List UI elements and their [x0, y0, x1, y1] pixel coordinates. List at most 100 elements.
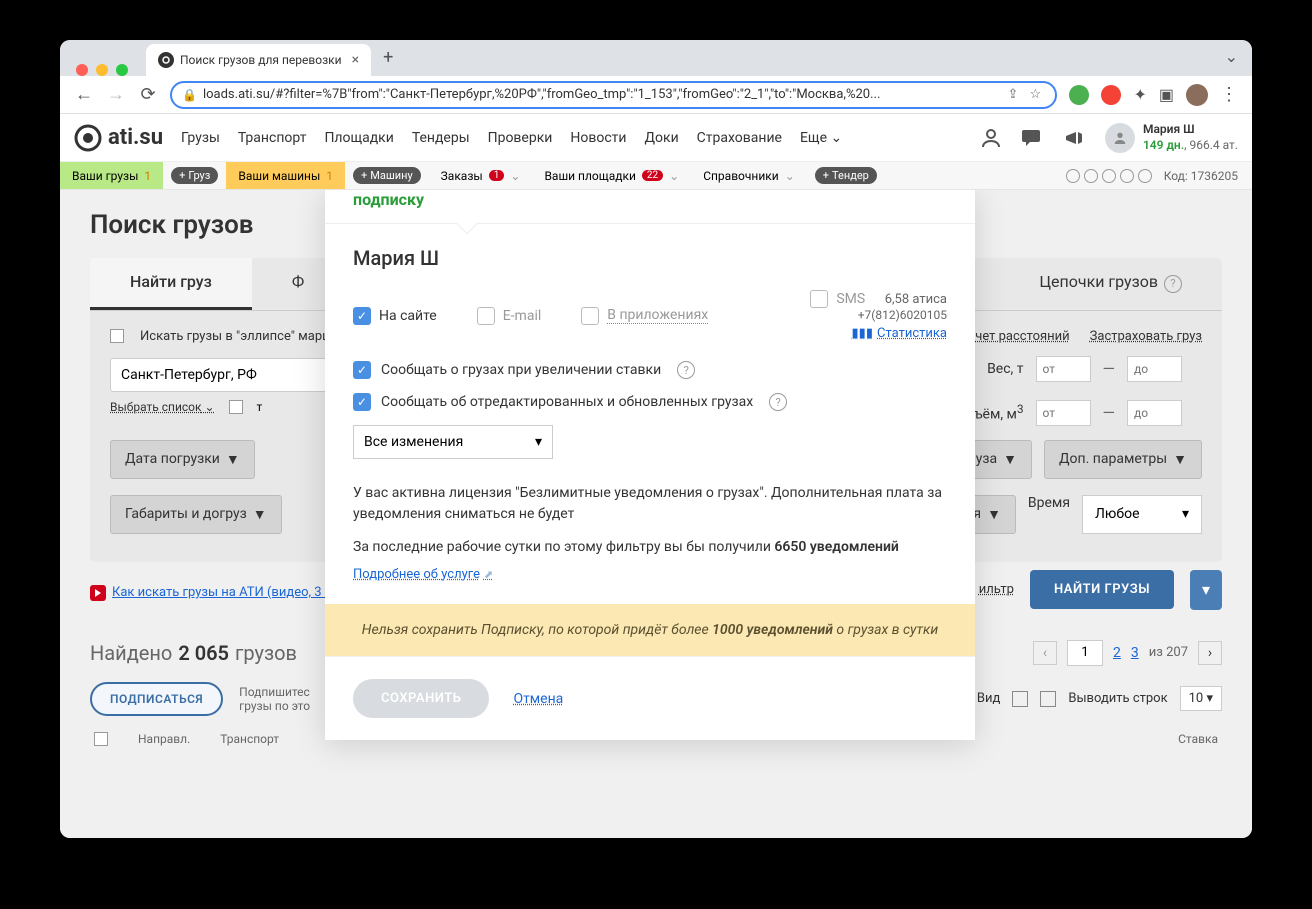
profile-avatar[interactable]: [1186, 84, 1208, 106]
ellipse-label: Искать грузы в "эллипсе" маршр: [140, 329, 340, 344]
quick-icon[interactable]: [1138, 169, 1152, 183]
reload-button[interactable]: ⟳: [138, 84, 158, 105]
quick-icon[interactable]: [1066, 169, 1080, 183]
share-icon[interactable]: ⇪: [1007, 87, 1023, 103]
channel-email[interactable]: E-mail: [477, 290, 542, 341]
chevron-down-icon: ▾: [535, 434, 542, 450]
new-tab-button[interactable]: +: [371, 40, 405, 76]
page-next-button[interactable]: ›: [1198, 641, 1222, 665]
nav-tenders[interactable]: Тендеры: [412, 130, 470, 146]
stats-link[interactable]: ▮▮▮Статистика: [810, 326, 947, 341]
user-account[interactable]: Мария Ш 149 дн., 966.4 ат.: [1105, 122, 1238, 153]
channel-app[interactable]: В приложениях: [581, 290, 708, 341]
select-all-checkbox[interactable]: [94, 732, 108, 746]
tab-chains[interactable]: Цепочки грузов?: [999, 258, 1222, 310]
tab-find-cargo[interactable]: Найти груз: [90, 258, 252, 310]
time-select[interactable]: Любое▾: [1082, 495, 1202, 534]
window-maximize[interactable]: [116, 64, 128, 76]
notifications-estimate: За последние рабочие сутки по этому филь…: [353, 539, 947, 555]
forward-button[interactable]: →: [106, 84, 126, 105]
weight-to-input[interactable]: [1127, 356, 1182, 382]
your-sites-block[interactable]: Ваши площадки 22 ⌄: [532, 162, 691, 189]
page-3-link[interactable]: 3: [1131, 645, 1139, 661]
kebab-menu-icon[interactable]: ⋮: [1220, 84, 1238, 105]
rows-per-page-select[interactable]: 10 ▾: [1180, 686, 1222, 711]
date-loading-button[interactable]: Дата погрузки ▼: [110, 440, 255, 479]
chevron-down-icon[interactable]: ⌄: [1211, 40, 1252, 76]
browser-tab[interactable]: Поиск грузов для перевозки ×: [146, 44, 371, 76]
view-list-icon[interactable]: [1012, 691, 1028, 707]
t-checkbox[interactable]: [229, 400, 243, 414]
window-close[interactable]: [76, 64, 88, 76]
channel-site[interactable]: ✓На сайте: [353, 290, 437, 341]
back-button[interactable]: ←: [74, 84, 94, 105]
quick-icon[interactable]: [1120, 169, 1134, 183]
save-button[interactable]: СОХРАНИТЬ: [353, 679, 489, 718]
page-2-link[interactable]: 2: [1113, 645, 1121, 661]
quick-icon[interactable]: [1102, 169, 1116, 183]
video-link[interactable]: Как искать грузы на АТИ (видео, 3 м: [112, 585, 334, 600]
checked-icon[interactable]: ✓: [353, 361, 371, 379]
tab-close-icon[interactable]: ×: [352, 52, 359, 68]
external-link-icon: ⬈: [484, 568, 493, 581]
checked-icon[interactable]: ✓: [353, 393, 371, 411]
address-bar[interactable]: 🔒 loads.ati.su/#?filter=%7B"from":"Санкт…: [170, 81, 1057, 109]
nav-docs[interactable]: Доки: [644, 130, 678, 146]
help-icon[interactable]: ?: [769, 393, 787, 411]
megaphone-icon[interactable]: [1063, 126, 1087, 150]
service-details-link[interactable]: Подробнее об услуге⬈: [353, 567, 493, 582]
add-cargo-button[interactable]: +Груз: [171, 167, 218, 184]
find-dropdown-button[interactable]: ▾: [1190, 570, 1222, 610]
quick-icon[interactable]: [1084, 169, 1098, 183]
subscribe-hint: Подпишитесгрузы по это: [239, 685, 310, 713]
filter-link[interactable]: ильтр: [979, 582, 1014, 597]
firm-code: Код: 1736205: [1164, 169, 1252, 183]
your-trucks-block[interactable]: Ваши машины 1: [226, 162, 345, 189]
tab-title: Поиск грузов для перевозки: [180, 53, 342, 67]
page-number-input[interactable]: [1067, 640, 1103, 666]
help-icon[interactable]: ?: [1164, 275, 1182, 293]
nav-cargo[interactable]: Грузы: [181, 130, 220, 146]
dimensions-button[interactable]: Габариты и догруз ▼: [110, 495, 282, 534]
insure-link[interactable]: Застраховать груз: [1090, 329, 1202, 344]
page-prev-button[interactable]: ‹: [1033, 641, 1057, 665]
choose-list-link[interactable]: Выбрать список ⌄: [110, 400, 215, 414]
profile-icon[interactable]: [979, 126, 1003, 150]
refs-block[interactable]: Справочники ⌄: [691, 162, 807, 189]
help-icon[interactable]: ?: [677, 361, 695, 379]
find-cargo-button[interactable]: НАЙТИ ГРУЗЫ: [1030, 570, 1174, 609]
extension-icon[interactable]: [1101, 85, 1121, 105]
sidebar-icon[interactable]: ▣: [1159, 85, 1174, 104]
found-prefix: Найдено: [90, 641, 172, 665]
chat-icon[interactable]: [1021, 126, 1045, 150]
volume-to-input[interactable]: [1127, 400, 1182, 426]
weight-from-input[interactable]: [1036, 356, 1091, 382]
orders-block[interactable]: Заказы 1 ⌄: [429, 162, 533, 189]
window-minimize[interactable]: [96, 64, 108, 76]
add-truck-button[interactable]: +Машину: [353, 167, 421, 184]
extra-params-button[interactable]: Доп. параметры ▼: [1044, 440, 1202, 479]
chevron-down-icon: ⌄: [785, 169, 795, 183]
nav-news[interactable]: Новости: [570, 130, 626, 146]
changes-select[interactable]: Все изменения▾: [353, 425, 553, 459]
volume-from-input[interactable]: [1036, 400, 1091, 426]
subscribe-button[interactable]: ПОДПИСАТЬСЯ: [90, 682, 223, 716]
nav-checks[interactable]: Проверки: [488, 130, 553, 146]
channel-sms[interactable]: SMS 6,58 атиса: [810, 290, 947, 308]
nav-transport[interactable]: Транспорт: [238, 130, 307, 146]
location-from-input[interactable]: Санкт-Петербург, РФ: [110, 358, 350, 392]
extensions-menu-icon[interactable]: ✦: [1133, 85, 1146, 104]
star-icon[interactable]: ☆: [1029, 87, 1045, 103]
extension-icon[interactable]: [1069, 85, 1089, 105]
nav-sites[interactable]: Площадки: [324, 130, 393, 146]
logo[interactable]: ati.su: [74, 124, 163, 152]
ellipse-checkbox[interactable]: [110, 329, 124, 343]
nav-insurance[interactable]: Страхование: [697, 130, 782, 146]
cancel-link[interactable]: Отмена: [513, 691, 563, 707]
your-cargo-block[interactable]: Ваши грузы 1: [60, 162, 163, 189]
browser-window: Поиск грузов для перевозки × + ⌄ ← → ⟳ 🔒…: [60, 40, 1252, 838]
view-grid-icon[interactable]: [1040, 691, 1056, 707]
add-tender-button[interactable]: +Тендер: [815, 167, 877, 184]
nav-more[interactable]: Еще ⌄: [800, 130, 842, 146]
opt-rate-increase: Сообщать о грузах при увеличении ставки: [381, 362, 661, 378]
